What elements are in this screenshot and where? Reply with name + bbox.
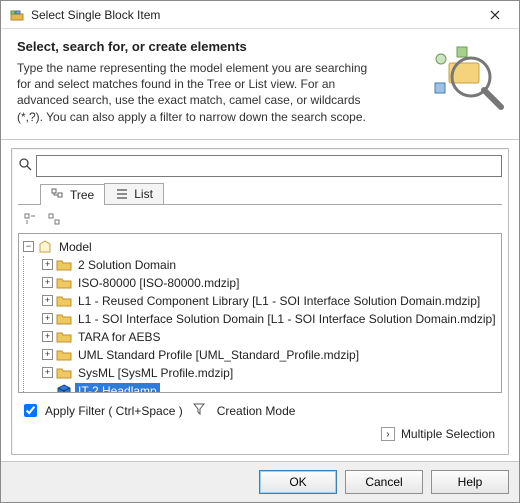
tree-node[interactable]: + L1 - SOI Interface Solution Domain [L1… [42,310,499,328]
expand-selected-button[interactable] [20,209,40,229]
tree-toolbar [18,205,502,233]
tree-icon [51,188,65,202]
window-title: Select Single Block Item [31,8,475,22]
tab-list-label: List [134,187,153,201]
help-button[interactable]: Help [431,470,509,494]
list-icon [115,187,129,201]
tree-node-label: L1 - Reused Component Library [L1 - SOI … [75,293,483,309]
tree-view[interactable]: − Model + 2 Solution Domain [18,233,502,393]
tab-tree[interactable]: Tree [40,184,105,205]
dialog-footer: OK Cancel Help [1,461,519,502]
expander-placeholder [42,385,53,393]
tree-node-label: ISO-80000 [ISO-80000.mdzip] [75,275,242,291]
dialog-body: Tree List [1,140,519,461]
tab-list[interactable]: List [104,183,164,204]
options-row: Apply Filter ( Ctrl+Space ) Creation Mod… [18,393,502,422]
folder-icon [56,257,72,273]
content-panel: Tree List [11,148,509,455]
apply-filter-label: Apply Filter ( Ctrl+Space ) [45,404,183,418]
tree-node-label: SysML [SysML Profile.mdzip] [75,365,236,381]
search-input[interactable] [36,155,502,177]
multiple-selection-label: Multiple Selection [401,427,495,441]
folder-icon [56,293,72,309]
expander-icon[interactable]: − [23,241,34,252]
tree-node-label: Model [56,239,95,255]
expander-icon[interactable]: + [42,295,53,306]
tree-node-label: 2 Solution Domain [75,257,179,273]
expander-icon[interactable]: + [42,259,53,270]
tree-node-label: L1 - SOI Interface Solution Domain [L1 -… [75,311,499,327]
view-tabs: Tree List [18,183,502,205]
collapse-selected-button[interactable] [44,209,64,229]
tab-tree-label: Tree [70,188,94,202]
tree-node-selected[interactable]: IT-2 Headlamp [42,382,499,393]
apply-filter-input[interactable] [24,404,37,417]
folder-icon [56,347,72,363]
block-icon [56,383,72,393]
tree-node-root[interactable]: − Model [23,238,499,256]
search-icon [18,158,32,174]
tree-node-label: TARA for AEBS [75,329,163,345]
app-icon [9,7,25,23]
cancel-button[interactable]: Cancel [345,470,423,494]
tree-node[interactable]: + 2 Solution Domain [42,256,499,274]
expander-icon[interactable]: + [42,277,53,288]
apply-filter-checkbox[interactable]: Apply Filter ( Ctrl+Space ) [20,401,183,420]
model-icon [37,239,53,255]
header: Select, search for, or create elements T… [1,29,519,140]
folder-icon [56,365,72,381]
multiple-selection-row: › Multiple Selection [18,422,502,446]
expander-icon[interactable]: + [42,313,53,324]
header-description: Type the name representing the model ele… [17,60,377,125]
tree-node[interactable]: + TARA for AEBS [42,328,499,346]
folder-icon [56,329,72,345]
expander-icon[interactable]: + [42,349,53,360]
chevron-right-icon: › [381,427,395,441]
tree-node[interactable]: + SysML [SysML Profile.mdzip] [42,364,499,382]
tree-node-label: IT-2 Headlamp [75,383,160,393]
dialog-window: Select Single Block Item Select, search … [0,0,520,503]
titlebar: Select Single Block Item [1,1,519,29]
folder-icon [56,275,72,291]
creation-mode-label[interactable]: Creation Mode [217,404,296,418]
header-illustration-icon [421,37,509,115]
tree-node[interactable]: + L1 - Reused Component Library [L1 - SO… [42,292,499,310]
ok-button[interactable]: OK [259,470,337,494]
filter-icon[interactable] [193,403,207,418]
expander-icon[interactable]: + [42,331,53,342]
tree-node-label: UML Standard Profile [UML_Standard_Profi… [75,347,362,363]
multiple-selection-button[interactable]: › Multiple Selection [376,424,500,444]
tree-node[interactable]: + ISO-80000 [ISO-80000.mdzip] [42,274,499,292]
expander-icon[interactable]: + [42,367,53,378]
search-row [18,155,502,177]
close-button[interactable] [475,1,515,28]
tree-node[interactable]: + UML Standard Profile [UML_Standard_Pro… [42,346,499,364]
folder-icon [56,311,72,327]
